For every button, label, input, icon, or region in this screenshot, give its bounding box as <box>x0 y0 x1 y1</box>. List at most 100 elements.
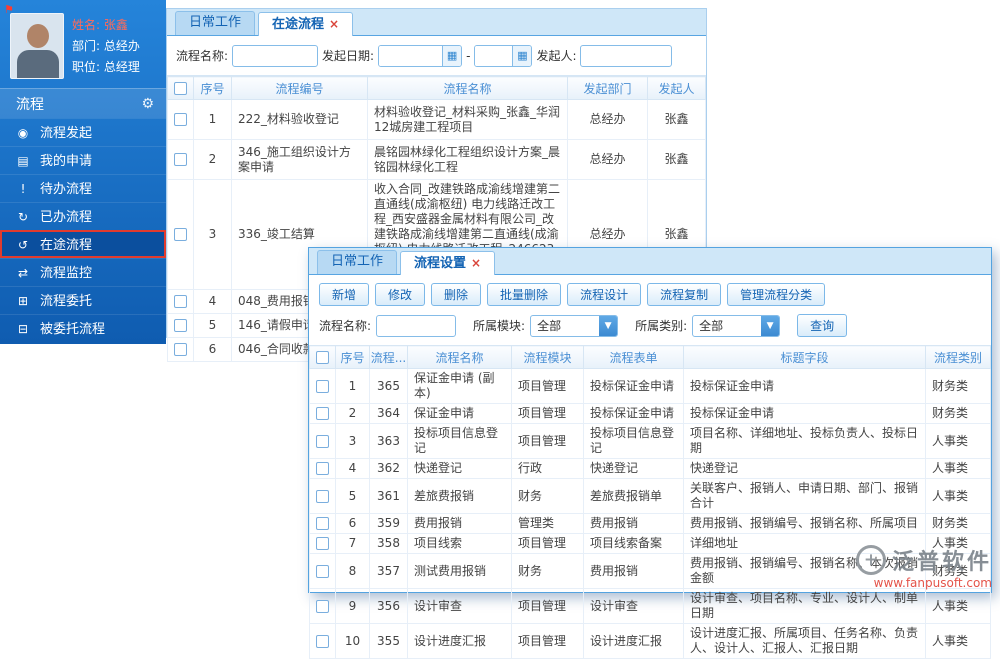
date-to-input[interactable]: ▦ <box>474 44 533 67</box>
sidebar-item-done-flows[interactable]: ↻ 已办流程 <box>0 202 166 230</box>
row-checkbox[interactable] <box>174 228 187 241</box>
search-button[interactable]: 查询 <box>797 314 848 337</box>
date-from-field[interactable] <box>379 45 443 66</box>
table-row[interactable]: 2 364 保证金申请 项目管理 投标保证金申请 投标保证金申请 财务类 <box>309 403 991 424</box>
cell-name: 投标项目信息登记 <box>407 423 512 459</box>
cell-seq: 5 <box>193 313 232 338</box>
row-checkbox[interactable] <box>174 153 187 166</box>
cell-seq: 1 <box>193 99 232 140</box>
monitor-icon: ⇄ <box>17 266 29 280</box>
chevron-down-icon[interactable]: ▼ <box>599 315 618 336</box>
col-flow-code[interactable]: 流程编号 <box>231 76 368 100</box>
tab-in-transit-flows[interactable]: 在途流程 × <box>258 12 354 36</box>
row-checkbox[interactable] <box>316 517 329 530</box>
table-row[interactable]: 2 346_施工组织设计方案申请 晨铭园林绿化工程组织设计方案_晨铭园林绿化工程… <box>167 139 706 180</box>
cell-code: 346_施工组织设计方案申请 <box>231 139 368 180</box>
col-flow-category[interactable]: 流程类别 <box>925 345 991 369</box>
sidebar-item-flow-start[interactable]: ◉ 流程发起 <box>0 118 166 146</box>
sidebar-item-my-applications[interactable]: ▤ 我的申请 <box>0 146 166 174</box>
flow-copy-button[interactable]: 流程复制 <box>647 283 722 306</box>
cell-checkbox <box>167 139 194 180</box>
add-button[interactable]: 新增 <box>319 283 370 306</box>
cell-module: 财务 <box>511 553 584 589</box>
sidebar-item-label: 流程监控 <box>40 266 93 281</box>
batch-delete-button[interactable]: 批量删除 <box>487 283 562 306</box>
col-title-fields[interactable]: 标题字段 <box>683 345 926 369</box>
tab-daily-work-2[interactable]: 日常工作 <box>317 250 398 274</box>
row-checkbox[interactable] <box>316 599 329 613</box>
col-dept[interactable]: 发起部门 <box>567 76 648 100</box>
close-icon[interactable]: × <box>329 17 339 31</box>
chevron-down-icon[interactable]: ▼ <box>761 315 780 336</box>
cell-name: 测试费用报销 <box>407 553 512 589</box>
row-checkbox[interactable] <box>174 295 187 308</box>
org-icon: ⊞ <box>17 294 29 308</box>
row-checkbox[interactable] <box>174 113 187 126</box>
sidebar-item-todo-flows[interactable]: ! 待办流程 <box>0 174 166 202</box>
col-initiator[interactable]: 发起人 <box>647 76 706 100</box>
initiator-input[interactable] <box>580 44 673 67</box>
sidebar-item-delegated-flows[interactable]: ⊟ 被委托流程 <box>0 314 166 342</box>
cell-checkbox <box>309 588 336 624</box>
table-row[interactable]: 10 355 设计进度汇报 项目管理 设计进度汇报 设计进度汇报、所属项目、任务… <box>309 623 991 659</box>
flow-section-header: 流程 ⚙ <box>0 88 166 118</box>
table-row[interactable]: 1 222_材料验收登记 材料验收登记_材料采购_张鑫_华润12城房建工程项目 … <box>167 99 706 140</box>
calendar-icon[interactable]: ▦ <box>512 45 532 66</box>
select-all-checkbox[interactable] <box>316 351 329 364</box>
category-select[interactable]: 全部 ▼ <box>692 314 781 337</box>
row-checkbox[interactable] <box>316 379 329 393</box>
flow-design-button[interactable]: 流程设计 <box>567 283 642 306</box>
delete-button[interactable]: 删除 <box>431 283 482 306</box>
cell-form: 费用报销 <box>583 513 684 534</box>
calendar-icon[interactable]: ▦ <box>442 45 462 66</box>
module-select[interactable]: 全部 ▼ <box>530 314 619 337</box>
col-flow-form[interactable]: 流程表单 <box>583 345 684 369</box>
select-all-checkbox[interactable] <box>174 82 187 95</box>
table-row[interactable]: 5 361 差旅费报销 财务 差旅费报销单 关联客户、报销人、申请日期、部门、报… <box>309 478 991 514</box>
row-checkbox[interactable] <box>316 434 329 448</box>
cell-checkbox <box>309 403 336 424</box>
table-row[interactable]: 3 363 投标项目信息登记 项目管理 投标项目信息登记 项目名称、详细地址、投… <box>309 423 991 459</box>
avatar <box>27 24 49 48</box>
fanpu-watermark: + 泛普软件 www.fanpusoft.com <box>855 544 992 590</box>
col-seq[interactable]: 序号 <box>335 345 370 369</box>
cell-module: 财务 <box>511 478 584 514</box>
table-row[interactable]: 4 362 快递登记 行政 快递登记 快递登记 人事类 <box>309 458 991 479</box>
user-dept: 部门: 总经办 <box>72 39 140 53</box>
flow-name-input[interactable] <box>232 44 319 67</box>
cell-code: 362 <box>369 458 408 479</box>
col-flow-name[interactable]: 流程名称 <box>367 76 568 100</box>
row-checkbox[interactable] <box>316 537 329 550</box>
table-row[interactable]: 9 356 设计审查 项目管理 设计审查 设计审查、项目名称、专业、设计人、制单… <box>309 588 991 624</box>
tab-daily-work[interactable]: 日常工作 <box>175 11 256 35</box>
row-checkbox[interactable] <box>174 343 187 356</box>
gear-icon[interactable]: ⚙ <box>141 96 154 112</box>
table-row[interactable]: 6 359 费用报销 管理类 费用报销 费用报销、报销编号、报销名称、所属项目 … <box>309 513 991 534</box>
col-flow-name[interactable]: 流程名称 <box>407 345 512 369</box>
sidebar-item-flow-delegate[interactable]: ⊞ 流程委托 <box>0 286 166 314</box>
tab-flow-settings[interactable]: 流程设置 × <box>400 251 496 275</box>
cell-category: 人事类 <box>925 458 991 479</box>
close-icon[interactable]: × <box>471 256 481 270</box>
flow-name-input-2[interactable] <box>376 314 457 337</box>
row-checkbox[interactable] <box>316 489 329 503</box>
date-to-field[interactable] <box>475 45 513 66</box>
row-checkbox[interactable] <box>316 462 329 475</box>
date-from-input[interactable]: ▦ <box>378 44 463 67</box>
row-checkbox[interactable] <box>316 564 329 578</box>
org-icon: ⊟ <box>17 322 29 336</box>
col-flow-code[interactable]: 流程... <box>369 345 408 369</box>
row-checkbox[interactable] <box>316 634 329 648</box>
cell-seq: 4 <box>335 458 370 479</box>
col-seq[interactable]: 序号 <box>193 76 232 100</box>
table-row[interactable]: 1 365 保证金申请 (副本) 项目管理 投标保证金申请 投标保证金申请 财务… <box>309 368 991 404</box>
cell-form: 投标保证金申请 <box>583 403 684 424</box>
col-flow-module[interactable]: 流程模块 <box>511 345 584 369</box>
sidebar-item-in-transit-flows[interactable]: ↺ 在途流程 <box>0 230 166 258</box>
row-checkbox[interactable] <box>174 319 187 332</box>
manage-flow-category-button[interactable]: 管理流程分类 <box>727 283 826 306</box>
sidebar-item-flow-monitor[interactable]: ⇄ 流程监控 <box>0 258 166 286</box>
cell-checkbox <box>309 478 336 514</box>
edit-button[interactable]: 修改 <box>375 283 426 306</box>
row-checkbox[interactable] <box>316 407 329 420</box>
